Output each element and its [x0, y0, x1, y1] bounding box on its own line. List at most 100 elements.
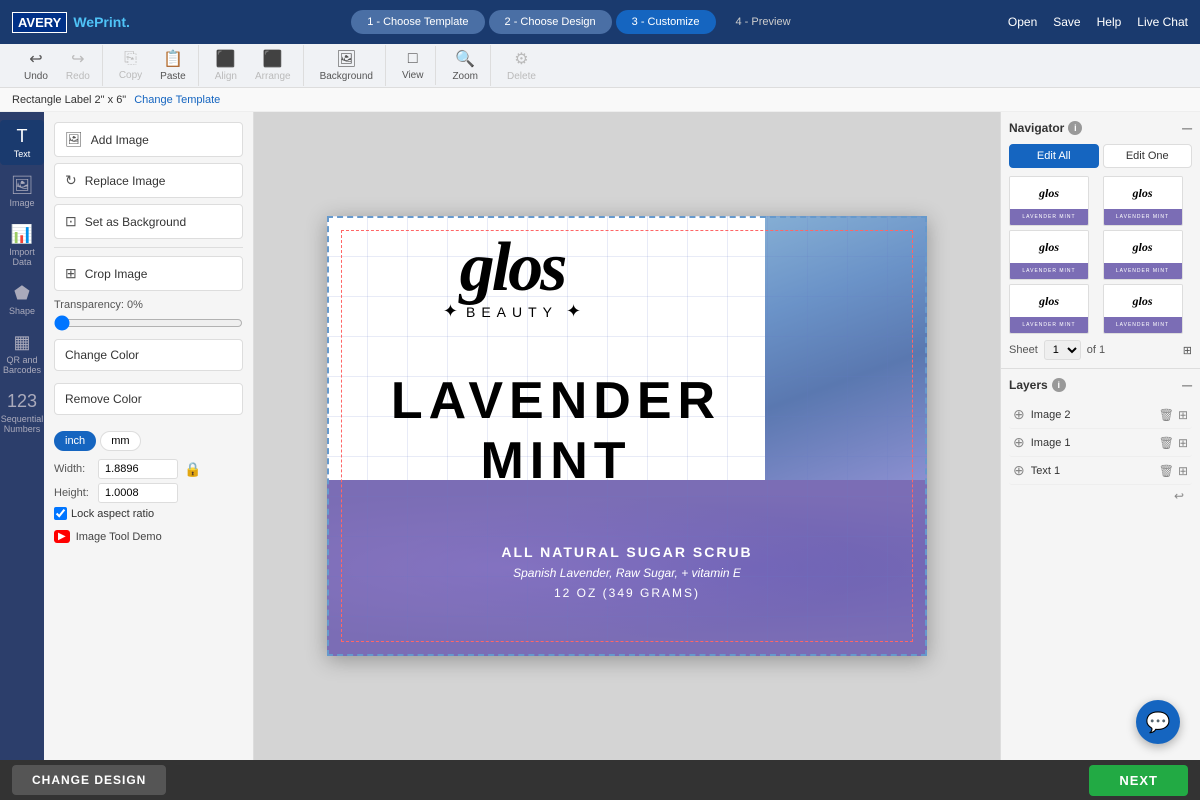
chat-fab-button[interactable]: 💬: [1136, 700, 1180, 744]
label-canvas[interactable]: glos ✦ BEAUTY ✦ LAVENDER MINT ALL NATURA…: [327, 216, 927, 656]
copy-paste-group: ⎘ Copy 📋 Paste: [107, 45, 199, 86]
navigator-nav-buttons: Edit All Edit One: [1009, 144, 1192, 168]
sidebar-item-import[interactable]: 📊 Import Data: [0, 218, 44, 273]
layer-image1[interactable]: ⊕ Image 1 🗑 ⊞: [1009, 429, 1192, 457]
background-button[interactable]: 🖼 Background: [312, 45, 381, 86]
height-input[interactable]: [98, 483, 178, 503]
thumbnail-4[interactable]: glos LAVENDER MINT: [1103, 230, 1183, 280]
sequential-icon: 123: [7, 391, 37, 412]
layer-text1[interactable]: ⊕ Text 1 🗑 ⊞: [1009, 457, 1192, 485]
layers-minimize-icon[interactable]: ─: [1182, 377, 1192, 393]
lock-ratio-checkbox[interactable]: Lock aspect ratio: [54, 507, 243, 520]
copy-button[interactable]: ⎘ Copy: [111, 46, 150, 85]
sheet-expand-icon[interactable]: ⊞: [1183, 344, 1192, 357]
step-2[interactable]: 2 - Choose Design: [489, 10, 612, 34]
sidebar-item-text[interactable]: T Text: [0, 120, 44, 165]
steps-bar: 1 - Choose Template 2 - Choose Design 3 …: [150, 10, 1008, 34]
layer-move-icon-2: ⊕: [1013, 406, 1025, 423]
thumbnail-5[interactable]: glos LAVENDER MINT: [1009, 284, 1089, 334]
navigator-minimize-icon[interactable]: ─: [1182, 120, 1192, 136]
inch-unit-button[interactable]: inch: [54, 431, 96, 451]
image-icon: 🖼: [11, 175, 34, 196]
save-button[interactable]: Save: [1053, 15, 1080, 29]
edit-all-button[interactable]: Edit All: [1009, 144, 1099, 168]
step-4[interactable]: 4 - Preview: [720, 10, 807, 34]
transparency-slider[interactable]: [54, 315, 243, 331]
add-image-button[interactable]: 🖼 Add Image: [54, 122, 243, 157]
sheet-control: Sheet 1 of 1 ⊞: [1009, 340, 1192, 360]
layers-bottom: ↩: [1009, 485, 1192, 507]
thumbnail-2[interactable]: glos LAVENDER MINT: [1103, 176, 1183, 226]
top-actions: Open Save Help Live Chat: [1008, 15, 1188, 29]
undo-button[interactable]: ↩ Undo: [16, 45, 56, 86]
change-color-button[interactable]: Change Color: [54, 339, 243, 371]
thumb-top-3: glos: [1010, 231, 1088, 263]
sidebar-item-sequential[interactable]: 123 Sequential Numbers: [0, 385, 44, 440]
delete-button[interactable]: ⚙ Delete: [499, 45, 544, 86]
view-button[interactable]: □ View: [394, 46, 432, 85]
mm-unit-button[interactable]: mm: [100, 431, 140, 451]
paste-button[interactable]: 📋 Paste: [152, 45, 194, 86]
layer-1-copy-icon[interactable]: ⊞: [1178, 436, 1188, 450]
sidebar-item-image[interactable]: 🖼 Image: [0, 169, 44, 214]
navigator-title: Navigator: [1009, 121, 1064, 135]
sheet-label: Sheet: [1009, 344, 1038, 356]
thumb-bottom-2: LAVENDER MINT: [1104, 209, 1182, 225]
align-button[interactable]: ⬛ Align: [207, 45, 245, 86]
help-button[interactable]: Help: [1097, 15, 1122, 29]
live-chat-button[interactable]: Live Chat: [1137, 15, 1188, 29]
layer-2-copy-icon[interactable]: ⊞: [1178, 408, 1188, 422]
canvas-area[interactable]: glos ✦ BEAUTY ✦ LAVENDER MINT ALL NATURA…: [254, 112, 1000, 760]
undo-redo-group: ↩ Undo ↪ Redo: [12, 45, 103, 86]
layer-text-delete-icon[interactable]: 🗑: [1159, 464, 1174, 478]
next-button[interactable]: NEXT: [1089, 765, 1188, 796]
step-3[interactable]: 3 - Customize: [616, 10, 716, 34]
layer-2-actions: 🗑 ⊞: [1159, 408, 1188, 422]
redo-button[interactable]: ↪ Redo: [58, 45, 98, 86]
brand-logo: AVERY WePrint.: [12, 12, 130, 33]
lavender-mint-text[interactable]: LAVENDER MINT: [337, 371, 775, 491]
step-1[interactable]: 1 - Choose Template: [351, 10, 484, 34]
layer-2-delete-icon[interactable]: 🗑: [1159, 408, 1174, 422]
ingredients-text: Spanish Lavender, Raw Sugar, + vitamin E: [513, 566, 741, 580]
width-label: Width:: [54, 463, 92, 475]
qr-icon: ▦: [13, 332, 30, 353]
navigator-info-icon[interactable]: i: [1068, 121, 1082, 135]
change-design-button[interactable]: CHANGE DESIGN: [12, 765, 166, 795]
remove-color-button[interactable]: Remove Color: [54, 383, 243, 415]
arrange-button[interactable]: ⬛ Arrange: [247, 45, 299, 86]
image-tool-demo[interactable]: ▶ Image Tool Demo: [54, 530, 243, 543]
lock-ratio-input[interactable]: [54, 507, 67, 520]
avery-logo: AVERY: [12, 12, 67, 33]
sidebar-label-shape: Shape: [9, 306, 35, 316]
unit-toggle: inch mm: [54, 431, 243, 451]
thumbnail-6[interactable]: glos LAVENDER MINT: [1103, 284, 1183, 334]
replace-image-button[interactable]: ↻ Replace Image: [54, 163, 243, 198]
thumbnail-3[interactable]: glos LAVENDER MINT: [1009, 230, 1089, 280]
layer-1-delete-icon[interactable]: 🗑: [1159, 436, 1174, 450]
tools-panel: 🖼 Add Image ↻ Replace Image ⊡ Set as Bac…: [44, 112, 254, 760]
crop-image-button[interactable]: ⊞ Crop Image: [54, 256, 243, 291]
edit-one-button[interactable]: Edit One: [1103, 144, 1193, 168]
transparency-label: Transparency: 0%: [54, 299, 243, 311]
zoom-button[interactable]: 🔍 Zoom: [444, 45, 486, 86]
thumb-top-5: glos: [1010, 285, 1088, 317]
sidebar-item-shape[interactable]: ⬟ Shape: [0, 277, 44, 322]
sidebar-label-image: Image: [9, 198, 34, 208]
logo-area[interactable]: glos ✦ BEAUTY ✦: [347, 236, 677, 322]
sidebar-item-qr[interactable]: ▦ QR and Barcodes: [0, 326, 44, 381]
layer-image2[interactable]: ⊕ Image 2 🗑 ⊞: [1009, 401, 1192, 429]
thumbnail-1[interactable]: glos LAVENDER MINT: [1009, 176, 1089, 226]
set-as-background-button[interactable]: ⊡ Set as Background: [54, 204, 243, 239]
layer-label-image1: Image 1: [1031, 437, 1153, 449]
bottom-text-area[interactable]: ALL NATURAL SUGAR SCRUB Spanish Lavender…: [327, 489, 927, 656]
width-input[interactable]: [98, 459, 178, 479]
change-template-link[interactable]: Change Template: [134, 94, 220, 106]
sheet-select[interactable]: 1: [1044, 340, 1081, 360]
sheet-of-label: of 1: [1087, 344, 1105, 356]
layers-arrow-icon[interactable]: ↩: [1174, 489, 1184, 503]
layers-info-icon[interactable]: i: [1052, 378, 1066, 392]
layer-text-copy-icon[interactable]: ⊞: [1178, 464, 1188, 478]
open-button[interactable]: Open: [1008, 15, 1037, 29]
background-group: 🖼 Background: [308, 45, 386, 86]
